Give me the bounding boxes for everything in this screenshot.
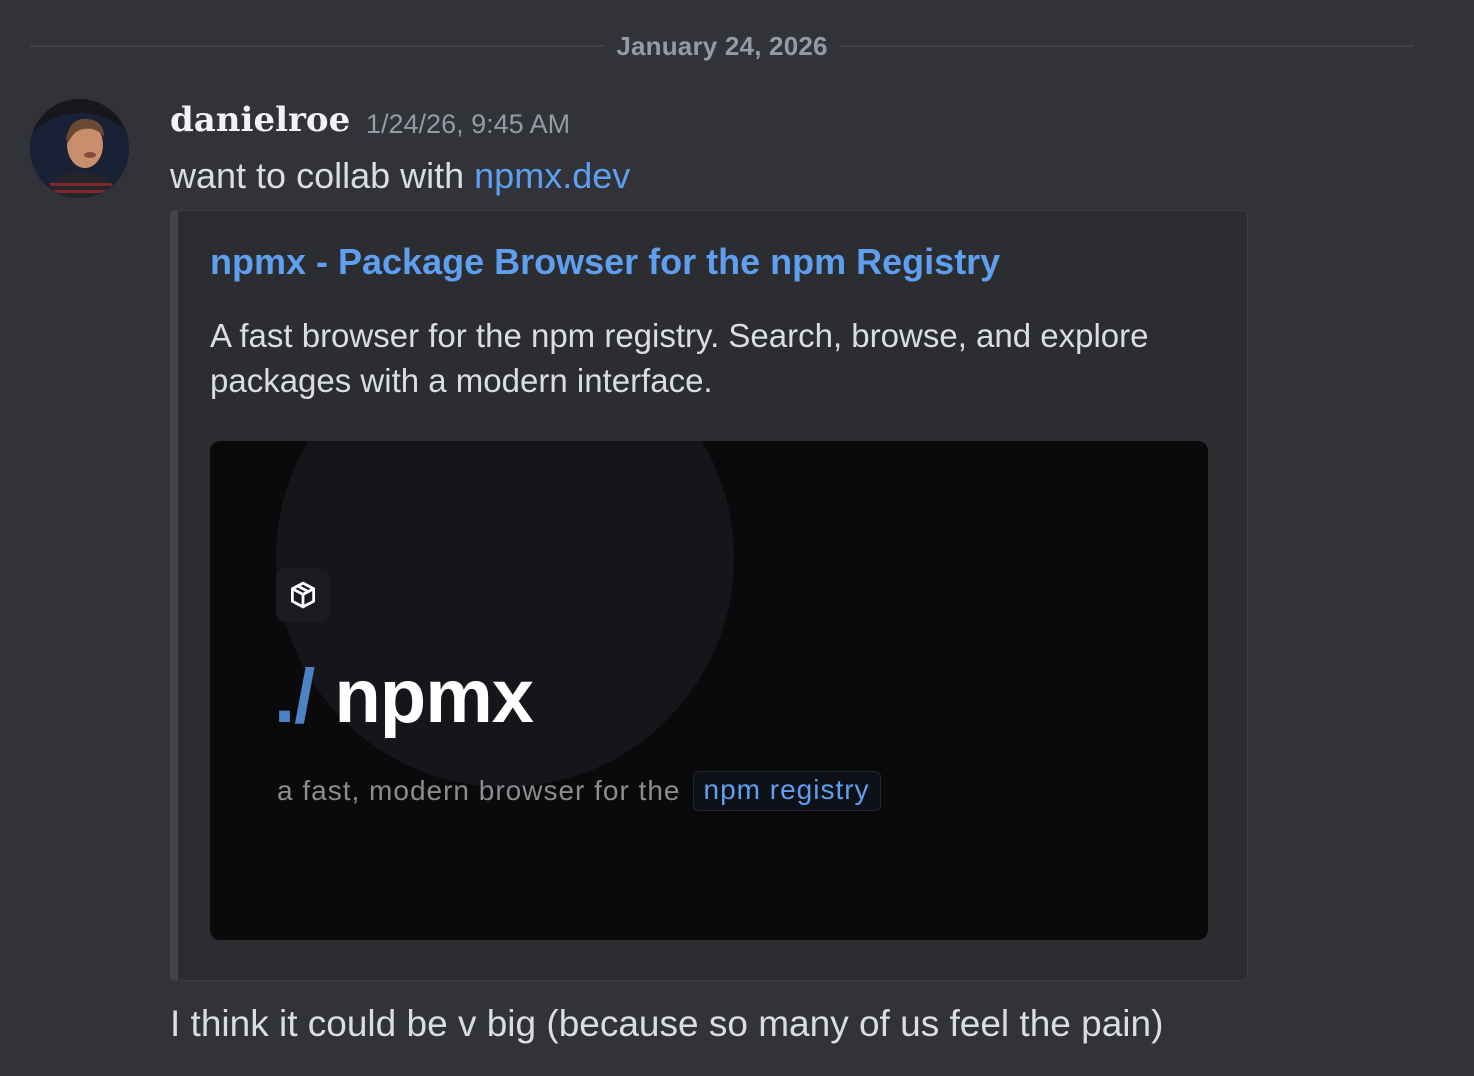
- logo-name: npmx: [334, 654, 534, 739]
- embed-preview-image[interactable]: ./ npmx a fast, modern browser for the n…: [210, 441, 1208, 940]
- link-embed: npmx - Package Browser for the npm Regis…: [170, 210, 1248, 981]
- divider-line-right: [839, 45, 1415, 47]
- npmx-logo: ./ npmx: [274, 653, 534, 740]
- embed-description: A fast browser for the npm registry. Sea…: [210, 317, 1149, 399]
- divider-line-left: [30, 45, 605, 47]
- message-text-prefix: want to collab with: [170, 155, 475, 196]
- npmx-link[interactable]: npmx.dev: [474, 155, 630, 196]
- package-icon: [276, 568, 330, 622]
- message-timestamp: 1/24/26, 9:45 AM: [366, 109, 571, 139]
- npm-registry-chip: npm registry: [692, 771, 881, 811]
- avatar-portrait: [30, 99, 129, 198]
- logo-prefix: ./: [274, 654, 315, 739]
- date-label: January 24, 2026: [616, 30, 828, 61]
- followup-message-text: I think it could be v big (because so ma…: [170, 1003, 1164, 1044]
- tagline-text: a fast, modern browser for the: [277, 775, 681, 806]
- avatar[interactable]: [30, 99, 129, 198]
- tagline: a fast, modern browser for the npm regis…: [277, 771, 881, 811]
- username[interactable]: danielroe: [170, 100, 350, 140]
- embed-title-link[interactable]: npmx - Package Browser for the npm Regis…: [210, 241, 1000, 283]
- message-text: want to collab with npmx.dev: [170, 155, 630, 197]
- date-divider: January 24, 2026: [30, 26, 1415, 66]
